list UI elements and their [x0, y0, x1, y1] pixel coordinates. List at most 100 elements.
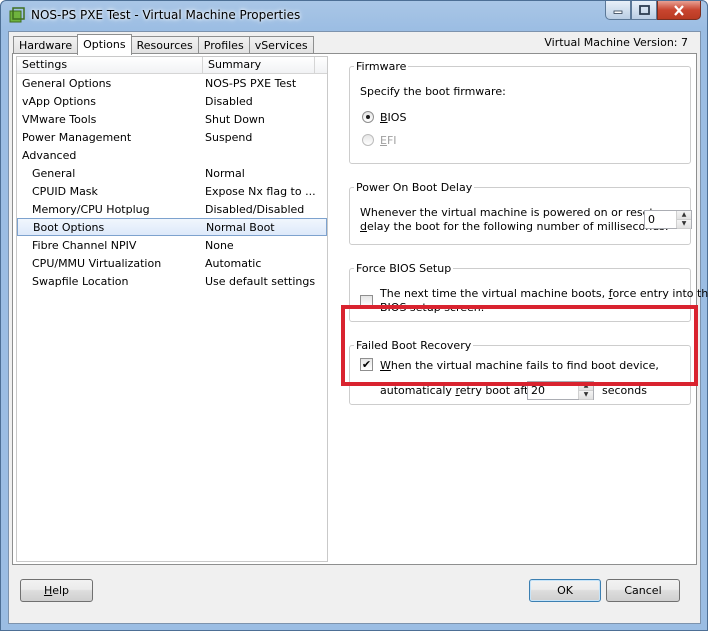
setting-name: vApp Options — [22, 94, 96, 108]
setting-summary: Automatic — [205, 256, 262, 270]
failed-boot-line2: automaticaly retry boot after — [380, 384, 540, 397]
setting-summary: Normal Boot — [206, 220, 275, 234]
bios-access-key: B — [380, 111, 388, 124]
title-bar[interactable]: NOS-PS PXE Test - Virtual Machine Proper… — [1, 1, 707, 31]
retry-seconds-unit: seconds — [602, 384, 647, 397]
failed-boot-line1-rest: hen the virtual machine fails to find bo… — [390, 359, 659, 372]
tab-hardware[interactable]: Hardware — [13, 36, 79, 54]
setting-summary: Disabled/Disabled — [205, 202, 305, 216]
setting-summary: Normal — [205, 166, 245, 180]
list-item-selected[interactable]: Boot Options Normal Boot — [17, 218, 327, 236]
list-item[interactable]: Swapfile Location Use default settings — [17, 272, 327, 290]
firmware-group: Firmware Specify the boot firmware: BIOS… — [349, 60, 691, 164]
setting-name: Advanced — [22, 148, 77, 162]
list-item[interactable]: vApp Options Disabled — [17, 92, 327, 110]
retry-seconds-value[interactable]: 20 — [528, 382, 578, 399]
setting-name: CPUID Mask — [32, 184, 98, 198]
boot-delay-stepper[interactable]: 0 ▲ ▼ — [644, 210, 692, 229]
setting-name: Memory/CPU Hotplug — [32, 202, 150, 216]
minimize-icon — [613, 10, 623, 14]
setting-name: CPU/MMU Virtualization — [32, 256, 162, 270]
stepper-up-icon[interactable]: ▲ — [579, 382, 593, 391]
stepper-down-icon[interactable]: ▼ — [677, 220, 691, 229]
tab-resources[interactable]: Resources — [130, 36, 199, 54]
list-item[interactable]: Fibre Channel NPIV None — [17, 236, 327, 254]
list-item[interactable]: CPU/MMU Virtualization Automatic — [17, 254, 327, 272]
force-bios-checkbox[interactable] — [360, 295, 373, 308]
setting-name: Fibre Channel NPIV — [32, 238, 137, 252]
checkmark-icon: ✔ — [361, 358, 372, 371]
list-item[interactable]: VMware Tools Shut Down — [17, 110, 327, 128]
close-icon — [674, 4, 684, 16]
force-bios-line2[interactable]: BIOS setup screen. — [380, 301, 484, 314]
setting-name: Boot Options — [33, 220, 105, 234]
list-item[interactable]: CPUID Mask Expose Nx flag to ... — [17, 182, 327, 200]
bios-radio[interactable] — [362, 111, 374, 123]
list-item[interactable]: General Normal — [17, 164, 327, 182]
minimize-button[interactable] — [605, 1, 631, 20]
efi-label[interactable]: EFI — [380, 134, 397, 147]
setting-summary: Expose Nx flag to ... — [205, 184, 315, 198]
dialog-client-area: Hardware Options Resources Profiles vSer… — [8, 31, 708, 624]
properties-window: NOS-PS PXE Test - Virtual Machine Proper… — [0, 0, 708, 631]
list-item[interactable]: Memory/CPU Hotplug Disabled/Disabled — [17, 200, 327, 218]
failed-boot-checkbox[interactable]: ✔ — [360, 358, 373, 371]
boot-delay-arrows: ▲ ▼ — [676, 211, 691, 229]
force-bios-line1-rest: orce entry into the — [612, 287, 708, 300]
force-bios-line1[interactable]: The next time the virtual machine boots,… — [380, 287, 708, 300]
tab-options[interactable]: Options — [77, 34, 132, 55]
list-item[interactable]: General Options NOS-PS PXE Test — [17, 74, 327, 92]
force-bios-legend: Force BIOS Setup — [356, 262, 452, 275]
delay-access-key: d — [360, 220, 367, 233]
setting-summary: Disabled — [205, 94, 253, 108]
list-header: Settings Summary — [17, 57, 327, 74]
delay-line2-rest: elay the boot for the following number o… — [366, 220, 669, 233]
list-item[interactable]: Power Management Suspend — [17, 128, 327, 146]
retry-seconds-stepper[interactable]: 20 ▲ ▼ — [527, 381, 594, 400]
tab-strip: Hardware Options Resources Profiles vSer… — [13, 34, 314, 55]
options-page: Settings Summary General Options NOS-PS P… — [12, 53, 708, 565]
window-title: NOS-PS PXE Test - Virtual Machine Proper… — [31, 8, 301, 22]
help-access-key: H — [43, 584, 53, 597]
vmware-app-icon — [9, 7, 25, 23]
title-bar-buttons — [605, 1, 701, 21]
failed-boot-line1[interactable]: When the virtual machine fails to find b… — [380, 359, 659, 372]
cancel-button[interactable]: Cancel — [606, 579, 680, 602]
failed-boot-recovery-group: Failed Boot Recovery ✔ When the virtual … — [349, 339, 691, 405]
settings-list[interactable]: Settings Summary General Options NOS-PS P… — [16, 56, 328, 562]
maximize-button[interactable] — [631, 1, 657, 20]
tab-vservices[interactable]: vServices — [248, 36, 314, 54]
column-header-settings[interactable]: Settings — [17, 57, 203, 73]
bios-label-rest: IOS — [387, 111, 407, 124]
efi-radio[interactable] — [362, 134, 374, 146]
stepper-up-icon[interactable]: ▲ — [677, 211, 691, 220]
boot-delay-value[interactable]: 0 — [645, 211, 676, 228]
help-button[interactable]: Help — [20, 579, 93, 602]
force-bios-line1-pre: The next time the virtual machine boots, — [380, 287, 609, 300]
setting-summary: NOS-PS PXE Test — [205, 76, 297, 90]
firmware-label: Specify the boot firmware: — [360, 85, 506, 98]
column-header-summary[interactable]: Summary — [203, 57, 315, 73]
efi-access-key: E — [380, 134, 387, 147]
when-access-key: W — [380, 359, 391, 372]
list-item[interactable]: Advanced — [17, 146, 327, 164]
power-on-delay-legend: Power On Boot Delay — [356, 181, 473, 194]
setting-summary: Shut Down — [205, 112, 265, 126]
stepper-down-icon[interactable]: ▼ — [579, 391, 593, 400]
setting-name: General — [32, 166, 76, 180]
tab-profiles[interactable]: Profiles — [197, 36, 250, 54]
bios-label[interactable]: BIOS — [380, 111, 406, 124]
failed-boot-line2-pre: automaticaly — [380, 384, 456, 397]
power-on-delay-line2: delay the boot for the following number … — [360, 220, 669, 233]
setting-summary: None — [205, 238, 234, 252]
ok-button[interactable]: OK — [529, 579, 601, 602]
power-on-delay-group: Power On Boot Delay Whenever the virtual… — [349, 181, 692, 245]
close-button[interactable] — [657, 1, 701, 20]
failed-boot-legend: Failed Boot Recovery — [356, 339, 472, 352]
setting-summary: Use default settings — [205, 274, 315, 288]
setting-name: VMware Tools — [22, 112, 97, 126]
power-on-delay-line1: Whenever the virtual machine is powered … — [360, 206, 658, 219]
efi-label-rest: FI — [386, 134, 397, 147]
setting-name: General Options — [22, 76, 112, 90]
setting-summary: Suspend — [205, 130, 253, 144]
